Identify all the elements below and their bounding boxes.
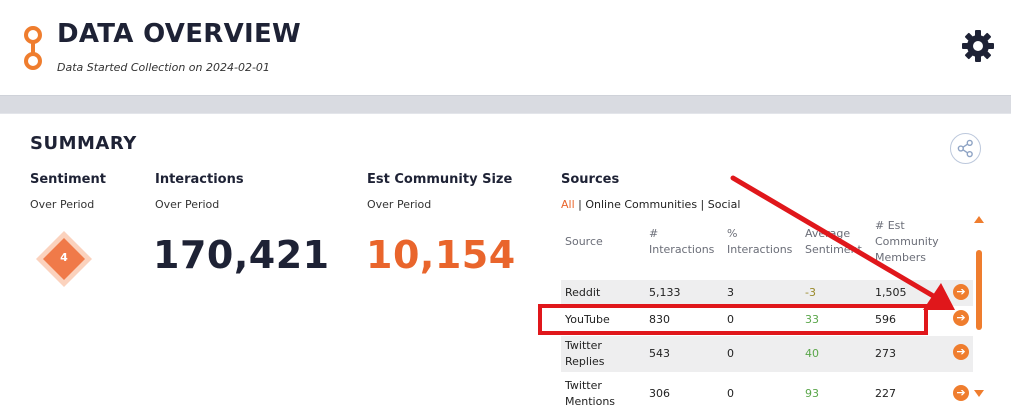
table-row[interactable]: Twitter Mentions 306 0 93 227 <box>561 376 973 416</box>
sentiment-cell: 40 <box>805 347 819 360</box>
page-header: DATA OVERVIEW Data Started Collection on… <box>0 0 1011 96</box>
filter-separator: | <box>578 198 582 211</box>
source-name-line: Replies <box>565 355 605 368</box>
members-cell: 1,505 <box>875 286 907 299</box>
source-name: Reddit <box>565 286 601 299</box>
col-header-line: Sentiment <box>805 243 862 256</box>
sentiment-title: Sentiment <box>30 172 106 187</box>
pct-interactions-cell: 0 <box>727 387 734 400</box>
source-name: Twitter Mentions <box>565 378 615 410</box>
col-header-line: Community <box>875 235 939 248</box>
col-header-pct-interactions[interactable]: % Interactions <box>727 226 792 258</box>
col-header-line: # Est <box>875 219 905 232</box>
scroll-up-icon[interactable] <box>974 216 984 224</box>
gear-icon[interactable] <box>960 28 996 64</box>
table-row[interactable]: Twitter Replies 543 0 40 273 <box>561 336 973 372</box>
col-header-line: Interactions <box>649 243 715 256</box>
arrow-right-icon[interactable]: ➔ <box>953 385 969 401</box>
logo-icon <box>24 26 42 70</box>
table-row[interactable]: Reddit 5,133 3 -3 1,505 <box>561 280 973 306</box>
interactions-title: Interactions <box>155 172 244 187</box>
col-header-interactions[interactable]: # Interactions <box>649 226 714 258</box>
sentiment-cell: -3 <box>805 286 816 299</box>
sources-title: Sources <box>561 172 620 187</box>
filter-separator: | <box>700 198 705 211</box>
members-cell: 227 <box>875 387 896 400</box>
pct-interactions-cell: 0 <box>727 347 734 360</box>
highlight-box <box>538 304 928 335</box>
filter-social[interactable]: Social <box>708 198 741 211</box>
interactions-cell: 5,133 <box>649 286 681 299</box>
col-header-line: Members <box>875 251 926 264</box>
interactions-period: Over Period <box>155 198 220 211</box>
col-header-line: Average <box>805 227 851 240</box>
sentiment-cell: 93 <box>805 387 819 400</box>
interactions-value: 170,421 <box>153 233 330 277</box>
collection-start-date: Data Started Collection on 2024-02-01 <box>57 61 270 74</box>
col-header-source[interactable]: Source <box>565 234 603 250</box>
arrow-right-icon[interactable]: ➔ <box>953 310 969 326</box>
col-header-community-members[interactable]: # Est Community Members <box>875 218 939 266</box>
arrow-right-icon[interactable]: ➔ <box>953 284 969 300</box>
sentiment-value: 4 <box>60 251 68 264</box>
source-filters: All | Online Communities | Social <box>561 198 740 211</box>
interactions-cell: 543 <box>649 347 670 360</box>
source-name: Twitter Replies <box>565 338 605 370</box>
scrollbar-thumb[interactable] <box>976 250 982 330</box>
source-name-line: Twitter <box>565 379 602 392</box>
sentiment-badge: 4 <box>34 229 94 289</box>
summary-title: SUMMARY <box>30 133 137 154</box>
summary-card: SUMMARY Sentiment Over Period 4 Interact… <box>0 113 1011 417</box>
sentiment-period: Over Period <box>30 198 95 211</box>
col-header-avg-sentiment[interactable]: Average Sentiment <box>805 226 862 258</box>
source-name-line: Mentions <box>565 395 616 408</box>
filter-all[interactable]: All <box>561 198 575 211</box>
pct-interactions-cell: 3 <box>727 286 734 299</box>
page-title: DATA OVERVIEW <box>57 19 302 49</box>
interactions-cell: 306 <box>649 387 670 400</box>
arrow-right-icon[interactable]: ➔ <box>953 344 969 360</box>
members-cell: 273 <box>875 347 896 360</box>
filter-online-communities[interactable]: Online Communities <box>585 198 697 211</box>
community-size-period: Over Period <box>367 198 432 211</box>
share-icon[interactable] <box>950 133 981 164</box>
scroll-down-icon[interactable] <box>974 390 984 398</box>
col-header-line: Interactions <box>727 243 793 256</box>
col-header-line: % <box>727 227 738 240</box>
community-size-value: 10,154 <box>366 233 516 277</box>
col-header-line: # <box>649 227 659 240</box>
community-size-title: Est Community Size <box>367 172 513 187</box>
source-name-line: Twitter <box>565 339 602 352</box>
